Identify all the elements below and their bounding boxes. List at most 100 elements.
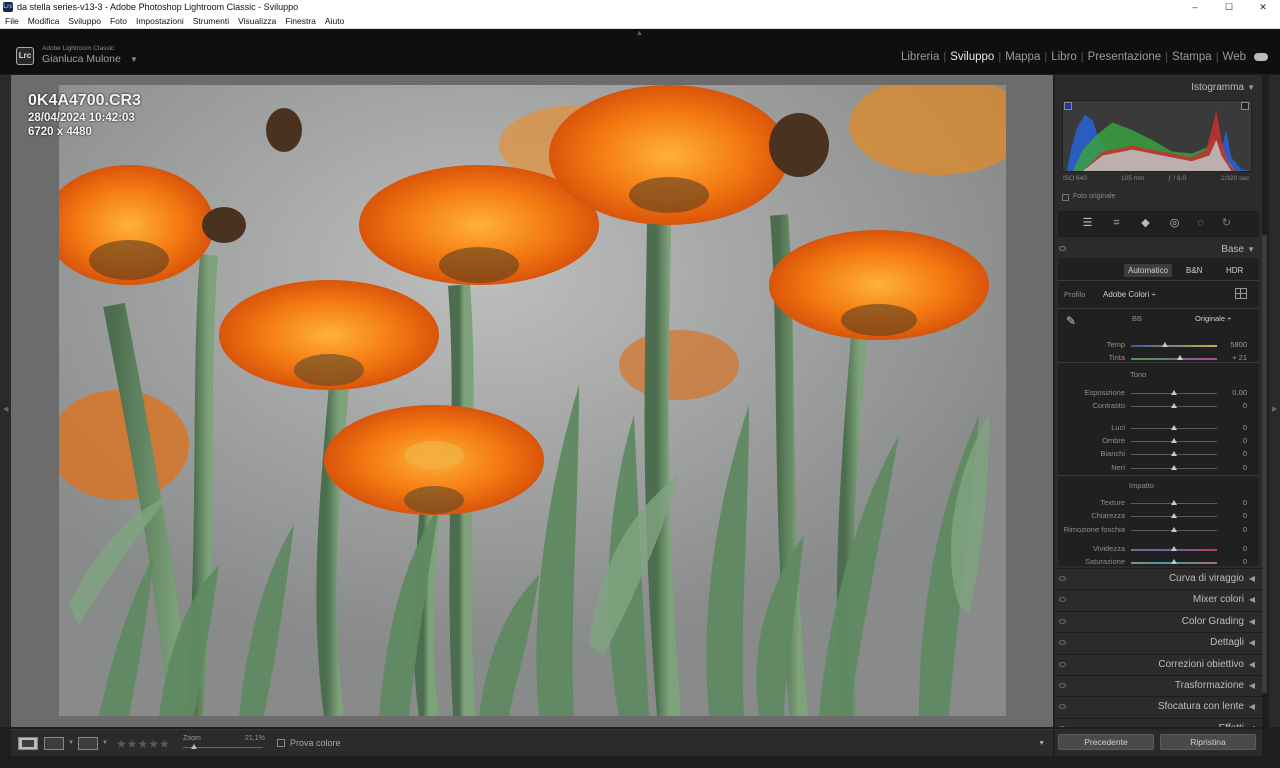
left-panel-toggle-icon[interactable]: ◀: [3, 405, 8, 413]
section-correzioni-obiettivo[interactable]: Correzioni obiettivo ◀: [1055, 654, 1262, 673]
right-panel-edge[interactable]: ▶: [1269, 75, 1280, 727]
healing-icon[interactable]: ◆: [1139, 217, 1152, 230]
wb-dropdown[interactable]: Originale ÷: [1195, 314, 1231, 323]
section-color-grading[interactable]: Color Grading ◀: [1055, 611, 1262, 630]
original-photo-checkbox[interactable]: [1062, 194, 1069, 201]
section-mixer-colori[interactable]: Mixer colori ◀: [1055, 589, 1262, 608]
section-expand-icon[interactable]: ◀: [1249, 660, 1255, 669]
reset-button[interactable]: Ripristina: [1160, 734, 1256, 750]
slider-value-vividezza[interactable]: 0: [1215, 544, 1247, 553]
histogram-header[interactable]: Istogramma ▼: [1055, 77, 1262, 97]
profile-dropdown[interactable]: Adobe Colori ÷: [1103, 290, 1156, 299]
menu-item-file[interactable]: File: [5, 16, 19, 26]
highlight-clipping-toggle[interactable]: [1241, 102, 1249, 110]
slider-value-rimozione-foschia[interactable]: 0: [1215, 525, 1247, 534]
slider-knob-ombre[interactable]: [1171, 438, 1177, 443]
section-dettagli[interactable]: Dettagli ◀: [1055, 632, 1262, 651]
section-expand-icon[interactable]: ◀: [1249, 702, 1255, 711]
menu-item-aiuto[interactable]: Aiuto: [325, 16, 344, 26]
wb-picker-icon[interactable]: ✎: [1066, 314, 1082, 330]
crop-icon[interactable]: ⌗: [1110, 217, 1123, 230]
hdr-button[interactable]: HDR: [1222, 264, 1247, 277]
slider-knob-bianchi[interactable]: [1171, 451, 1177, 456]
section-effetti[interactable]: Effetti ◀: [1055, 718, 1262, 727]
zoom-slider-knob[interactable]: [191, 744, 197, 749]
maximize-button[interactable]: ☐: [1212, 0, 1246, 14]
shadow-clipping-toggle[interactable]: [1064, 102, 1072, 110]
menu-item-visualizza[interactable]: Visualizza: [238, 16, 276, 26]
previous-button[interactable]: Precedente: [1058, 734, 1154, 750]
module-web[interactable]: Web: [1219, 51, 1250, 63]
slider-value-temp[interactable]: 5800: [1215, 340, 1247, 349]
section-visibility-eye-icon[interactable]: [1059, 576, 1066, 581]
section-visibility-eye-icon[interactable]: [1059, 597, 1066, 602]
right-panel-toggle-icon[interactable]: ▶: [1272, 405, 1277, 413]
identity-caret-icon[interactable]: ▼: [130, 55, 138, 64]
section-visibility-eye-icon[interactable]: [1059, 619, 1066, 624]
module-stampa[interactable]: Stampa: [1168, 51, 1216, 63]
section-expand-icon[interactable]: ◀: [1249, 617, 1255, 626]
slider-knob-luci[interactable]: [1171, 425, 1177, 430]
bw-button[interactable]: B&N: [1182, 264, 1206, 277]
before-after-swap-button[interactable]: [78, 737, 98, 750]
base-collapse-icon[interactable]: ▼: [1247, 245, 1255, 254]
module-sviluppo[interactable]: Sviluppo: [946, 51, 998, 63]
right-panel-scrollbar[interactable]: [1262, 235, 1267, 693]
slider-knob-vividezza[interactable]: [1171, 546, 1177, 551]
section-expand-icon[interactable]: ◀: [1249, 681, 1255, 690]
section-expand-icon[interactable]: ◀: [1249, 724, 1255, 727]
slider-value-tinta[interactable]: + 21: [1215, 353, 1247, 362]
slider-knob-chiarezza[interactable]: [1171, 513, 1177, 518]
module-libreria[interactable]: Libreria: [897, 51, 943, 63]
slider-value-bianchi[interactable]: 0: [1215, 449, 1247, 458]
section-visibility-eye-icon[interactable]: [1059, 683, 1066, 688]
slider-knob-tinta[interactable]: [1177, 355, 1184, 360]
section-expand-icon[interactable]: ◀: [1249, 638, 1255, 647]
slider-track-temp[interactable]: [1131, 345, 1217, 347]
module-mappa[interactable]: Mappa: [1001, 51, 1044, 63]
slider-knob-contrasto[interactable]: [1171, 403, 1177, 408]
slider-value-chiarezza[interactable]: 0: [1215, 511, 1247, 520]
cloud-sync-icon[interactable]: [1254, 53, 1268, 61]
slider-value-texture[interactable]: 0: [1215, 498, 1247, 507]
section-visibility-eye-icon[interactable]: [1059, 704, 1066, 709]
module-presentazione[interactable]: Presentazione: [1084, 51, 1166, 63]
edit-sliders-icon[interactable]: ☰: [1081, 217, 1094, 230]
toolbar-menu-icon[interactable]: ▼: [1038, 740, 1045, 747]
slider-knob-rimozione-foschia[interactable]: [1171, 527, 1177, 532]
slider-track-tinta[interactable]: [1131, 358, 1217, 360]
slider-value-saturazione[interactable]: 0: [1215, 557, 1247, 566]
section-curva-di-viraggio[interactable]: Curva di viraggio ◀: [1055, 568, 1262, 587]
minimize-button[interactable]: –: [1178, 0, 1212, 14]
menu-item-modifica[interactable]: Modifica: [28, 16, 60, 26]
masking-icon[interactable]: ◌: [1194, 217, 1207, 230]
menu-item-impostazioni[interactable]: Impostazioni: [136, 16, 184, 26]
red-eye-icon[interactable]: ◎: [1168, 217, 1181, 230]
photo-preview[interactable]: [59, 85, 1006, 716]
close-button[interactable]: ✕: [1246, 0, 1280, 14]
base-header[interactable]: Base ▼: [1055, 239, 1262, 259]
loupe-view[interactable]: 0K4A4700.CR3 28/04/2024 10:42:03 6720 x …: [11, 75, 1053, 727]
section-expand-icon[interactable]: ◀: [1249, 595, 1255, 604]
base-visibility-eye-icon[interactable]: [1059, 246, 1066, 251]
slider-knob-esposizione[interactable]: [1171, 390, 1177, 395]
slider-value-ombre[interactable]: 0: [1215, 436, 1247, 445]
section-visibility-eye-icon[interactable]: [1059, 726, 1066, 727]
swap-caret-icon[interactable]: ▼: [102, 740, 108, 746]
menu-item-sviluppo[interactable]: Sviluppo: [68, 16, 101, 26]
identity-user[interactable]: Gianluca Mulone: [42, 53, 121, 65]
slider-value-luci[interactable]: 0: [1215, 423, 1247, 432]
slider-knob-neri[interactable]: [1171, 465, 1177, 470]
before-after-caret-icon[interactable]: ▼: [68, 740, 74, 746]
section-sfocatura-con-lente[interactable]: Sfocatura con lente ◀: [1055, 696, 1262, 715]
histogram-collapse-icon[interactable]: ▼: [1247, 83, 1255, 92]
slider-value-esposizione[interactable]: 0,00: [1215, 388, 1247, 397]
module-libro[interactable]: Libro: [1047, 51, 1081, 63]
slider-value-neri[interactable]: 0: [1215, 463, 1247, 472]
redo-icon[interactable]: ↻: [1220, 217, 1233, 230]
section-visibility-eye-icon[interactable]: [1059, 640, 1066, 645]
slider-value-contrasto[interactable]: 0: [1215, 401, 1247, 410]
menu-item-strumenti[interactable]: Strumenti: [193, 16, 229, 26]
top-panel-toggle-icon[interactable]: ▲: [636, 30, 643, 37]
section-trasformazione[interactable]: Trasformazione ◀: [1055, 675, 1262, 694]
